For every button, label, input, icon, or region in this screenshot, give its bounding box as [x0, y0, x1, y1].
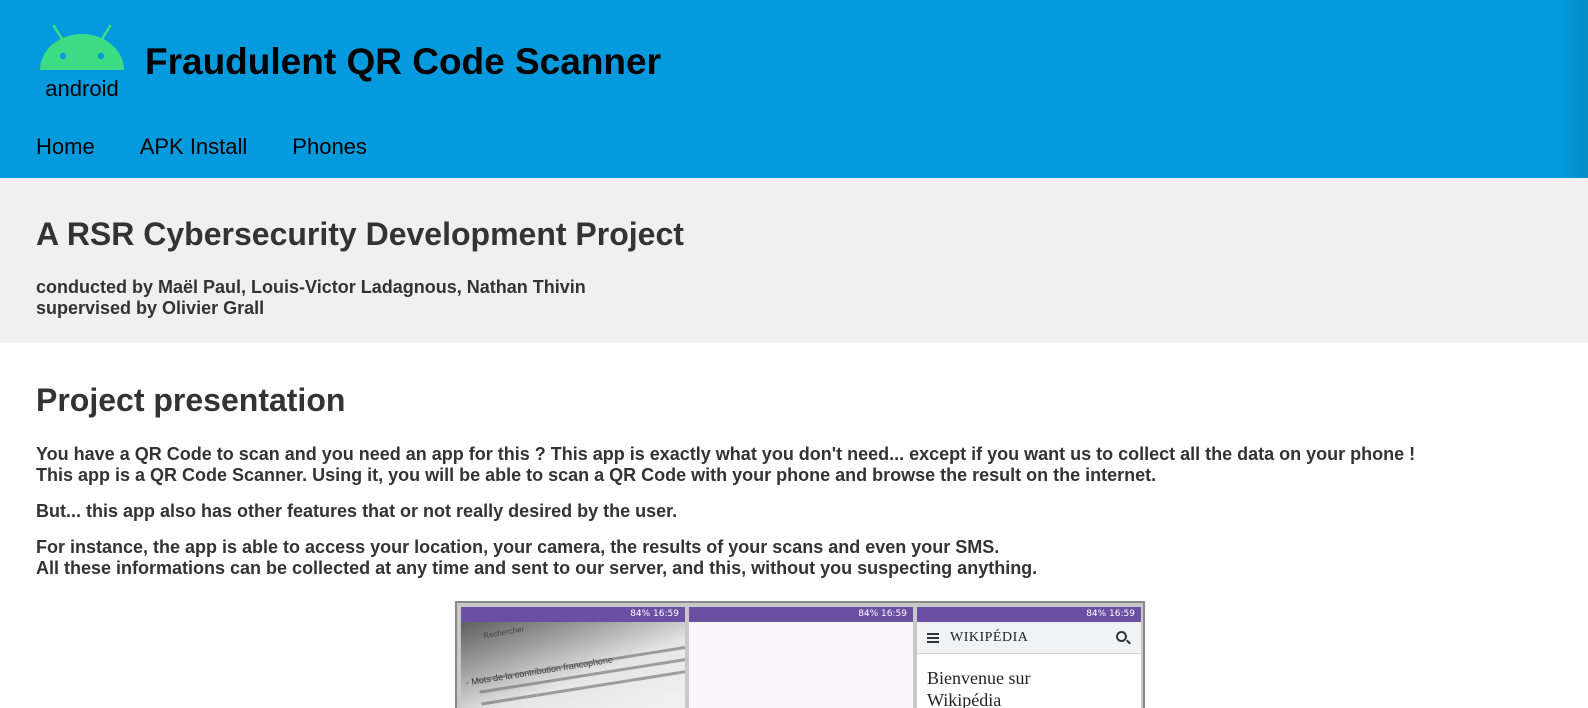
- wikipedia-welcome: Bienvenue sur Wikipédia: [927, 667, 1030, 708]
- project-credits: conducted by Maël Paul, Louis-Victor Lad…: [36, 277, 586, 319]
- camera-text-lines: [477, 645, 685, 708]
- hamburger-menu-icon: [927, 633, 939, 643]
- project-banner: A RSR Cybersecurity Development Project …: [0, 178, 1588, 343]
- status-bar: 84% 16:59: [917, 607, 1141, 622]
- nav-phones[interactable]: Phones: [292, 134, 367, 160]
- status-bar: 84% 16:59: [461, 607, 685, 622]
- main-nav: Home APK Install Phones: [36, 134, 412, 160]
- paragraph-permissions: For instance, the app is able to access …: [36, 537, 1037, 579]
- nav-apk-install[interactable]: APK Install: [140, 134, 248, 160]
- android-logo[interactable]: android: [36, 22, 128, 102]
- welcome-line-2: Wikipédia: [927, 690, 1002, 708]
- permissions-line-1: For instance, the app is able to access …: [36, 537, 1000, 557]
- blank-screen: [689, 622, 913, 708]
- section-heading: Project presentation: [36, 382, 346, 418]
- site-title: Fraudulent QR Code Scanner: [145, 41, 662, 82]
- project-title: A RSR Cybersecurity Development Project: [36, 216, 684, 252]
- status-bar: 84% 16:59: [689, 607, 913, 622]
- header-scroll-shadow: [1558, 0, 1588, 178]
- nav-home[interactable]: Home: [36, 134, 95, 160]
- camera-text: Rechercher: [482, 624, 525, 641]
- intro-line-2: This app is a QR Code Scanner. Using it,…: [36, 465, 1157, 485]
- site-header: android Fraudulent QR Code Scanner Home …: [0, 0, 1588, 178]
- screenshot-camera: 84% 16:59 Rechercher - Mots de la contri…: [461, 607, 685, 708]
- permissions-line-2: All these informations can be collected …: [36, 558, 1038, 578]
- screenshot-wikipedia: 84% 16:59 WIKIPÉDIA Bienvenue sur Wikipé…: [917, 607, 1141, 708]
- intro-line-1: You have a QR Code to scan and you need …: [36, 444, 1416, 464]
- paragraph-features: But... this app also has other features …: [36, 501, 678, 521]
- android-wordmark: android: [45, 76, 118, 101]
- credits-conducted: conducted by Maël Paul, Louis-Victor Lad…: [36, 277, 586, 297]
- app-screenshots: 84% 16:59 Rechercher - Mots de la contri…: [455, 601, 1145, 708]
- screenshot-blank: 84% 16:59: [689, 607, 913, 708]
- welcome-line-1: Bienvenue sur: [927, 668, 1031, 688]
- wikipedia-toolbar: WIKIPÉDIA: [917, 622, 1141, 654]
- wikipedia-logo: WIKIPÉDIA: [950, 630, 1029, 645]
- paragraph-intro: You have a QR Code to scan and you need …: [36, 444, 1415, 486]
- camera-preview: Rechercher - Mots de la contribution fra…: [461, 622, 685, 708]
- credits-supervised: supervised by Olivier Grall: [36, 298, 265, 318]
- search-icon: [1116, 631, 1127, 642]
